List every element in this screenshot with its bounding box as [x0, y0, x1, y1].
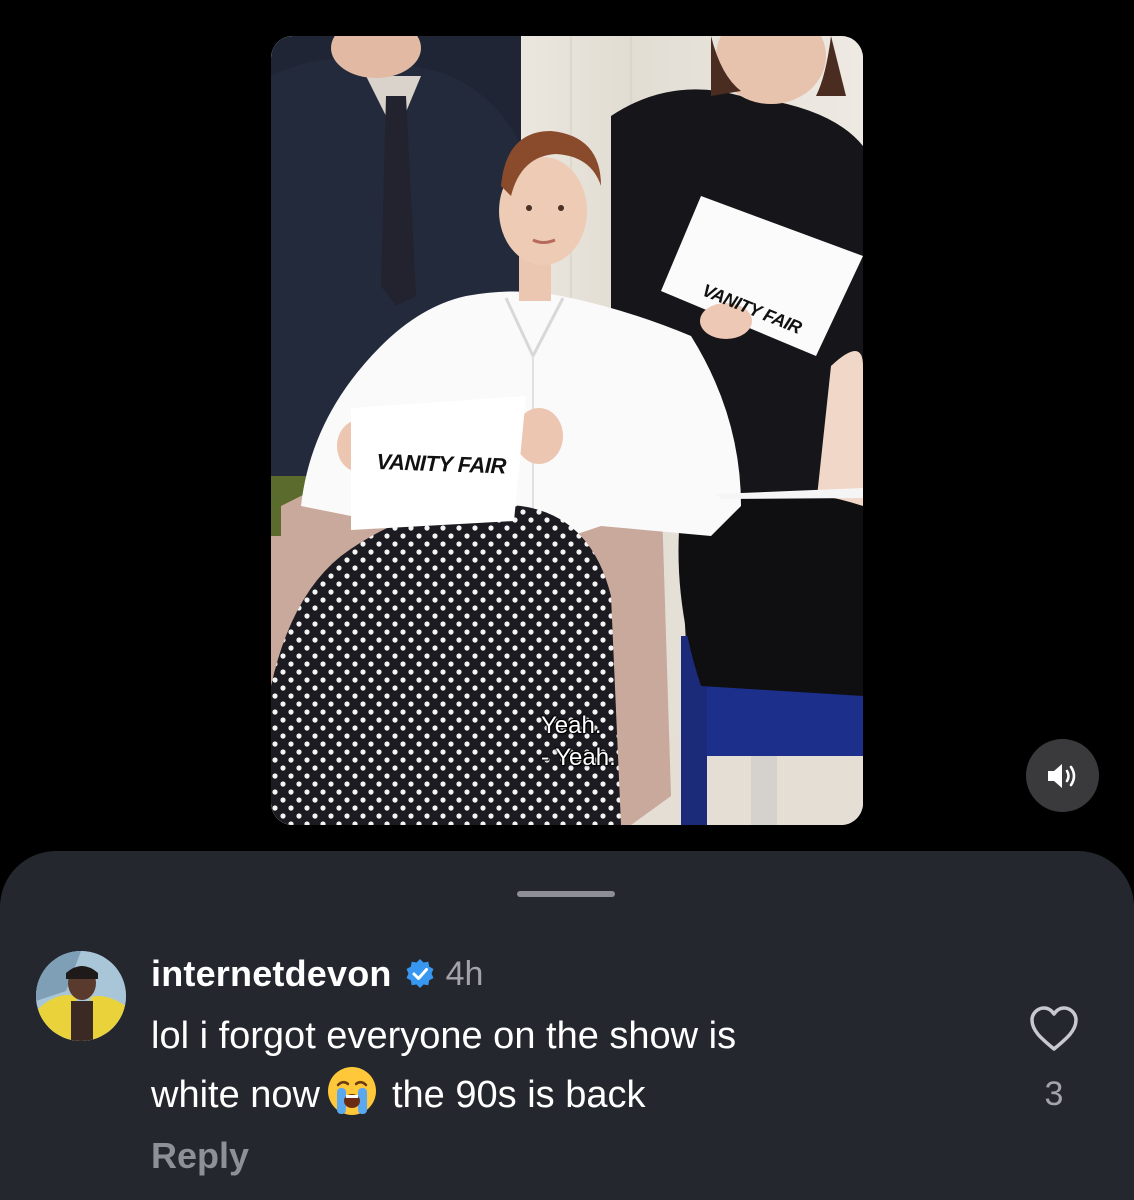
- comment-line-2: white now the 90s is back: [151, 1065, 921, 1124]
- comment-line-2-start: white now: [151, 1074, 320, 1116]
- loudly-crying-face-emoji: [326, 1065, 378, 1117]
- caption-line-1: Yeah.: [541, 712, 602, 739]
- verified-badge-icon: [404, 958, 436, 990]
- comment-line-2-end: the 90s is back: [391, 1074, 646, 1116]
- video-player[interactable]: VANITY FAIR VANITY FAIR Yeah. - Yeah.: [271, 36, 863, 825]
- heart-outline-icon[interactable]: [1028, 1005, 1080, 1053]
- caption-line-2: - Yeah.: [541, 744, 616, 771]
- video-caption: Yeah. - Yeah.: [541, 710, 616, 774]
- avatar-image: [36, 951, 126, 1041]
- sheet-grabber-handle[interactable]: [517, 891, 615, 897]
- comment-username[interactable]: internetdevon: [151, 953, 392, 995]
- avatar[interactable]: [36, 951, 126, 1041]
- sound-toggle-button[interactable]: [1026, 739, 1099, 812]
- comment-header: internetdevon 4h: [151, 951, 483, 997]
- comment-timestamp: 4h: [445, 954, 484, 993]
- comment-line-1: lol i forgot everyone on the show is: [151, 1015, 737, 1057]
- speaker-on-icon: [1047, 763, 1075, 788]
- screen: VANITY FAIR VANITY FAIR Yeah. - Yeah. in…: [0, 0, 1134, 1200]
- comments-sheet: internetdevon 4h lol i forgot everyone o…: [0, 851, 1134, 1200]
- reply-button[interactable]: Reply: [151, 1135, 249, 1177]
- like-count: 3: [1044, 1075, 1064, 1113]
- comment-body: lol i forgot everyone on the show is whi…: [151, 1007, 921, 1124]
- sign-vanity-fair-front: VANITY FAIR: [376, 449, 507, 479]
- video-frame-illustration: [271, 36, 863, 825]
